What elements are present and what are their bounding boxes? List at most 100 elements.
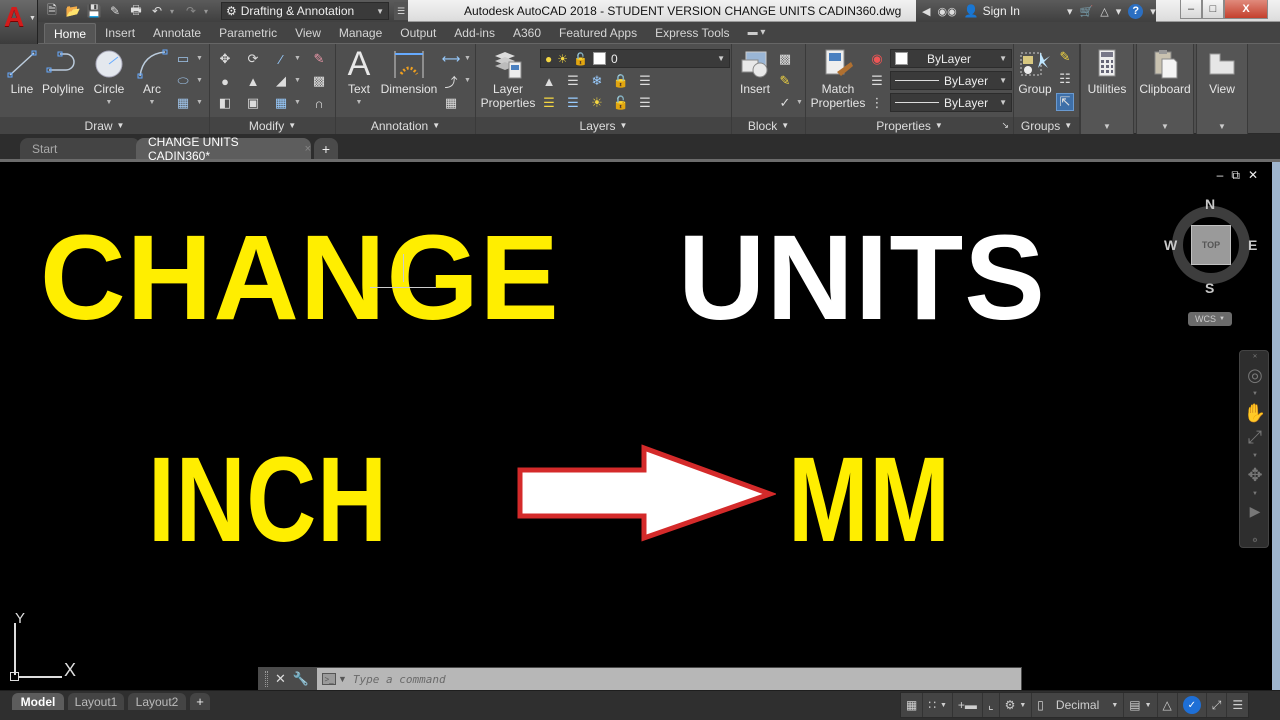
help-dropdown-icon[interactable]: ▾ xyxy=(1150,5,1156,18)
layer-match-icon[interactable]: ☰ xyxy=(564,94,582,112)
tab-add-ins[interactable]: Add-ins xyxy=(445,23,504,43)
tab-start[interactable]: Start xyxy=(20,138,140,159)
circle-button[interactable]: Circle ▼ xyxy=(90,48,128,110)
viewport-restore-icon[interactable]: ⧉ xyxy=(1231,168,1240,183)
edit-block-icon[interactable]: ✎ xyxy=(776,72,794,90)
command-line-close-icon[interactable]: ✕ xyxy=(275,671,286,687)
sign-in-button[interactable]: 👤 Sign In xyxy=(964,4,1020,18)
text-button[interactable]: A Text ▼ xyxy=(342,47,376,110)
redo-dropdown-icon[interactable]: ▾ xyxy=(204,7,212,16)
close-button[interactable]: X xyxy=(1224,0,1268,19)
a360-icon[interactable]: △ xyxy=(1100,5,1108,18)
dimension-button[interactable]: Dimension xyxy=(380,48,438,96)
save-icon[interactable]: 💾 xyxy=(86,3,102,19)
compass-east[interactable]: E xyxy=(1248,237,1257,253)
utilities-button[interactable]: Utilities xyxy=(1081,48,1133,96)
layer-dropdown[interactable]: ● ☀ 🔓 0 ▼ xyxy=(540,49,730,68)
compass-west[interactable]: W xyxy=(1164,237,1177,253)
chevron-down-icon[interactable]: ▼ xyxy=(1240,391,1270,397)
plot-icon[interactable]: 🖶 xyxy=(128,3,144,19)
sign-in-dropdown-icon[interactable]: ▾ xyxy=(1067,5,1073,18)
line-button[interactable]: Line xyxy=(6,48,38,96)
workspace-switcher[interactable]: ⚙ Drafting & Annotation ▼ xyxy=(221,2,389,20)
rotate-icon[interactable]: ⟳ xyxy=(244,50,262,68)
view-button[interactable]: View xyxy=(1197,48,1247,96)
expand-left-icon[interactable]: ◀ xyxy=(922,5,930,18)
layer-unlock-icon[interactable]: 🔓 xyxy=(612,94,630,112)
panel-utilities[interactable]: Utilities ▼ xyxy=(1080,44,1134,134)
ribbon-display-toggle-icon[interactable]: ▬ ▾ xyxy=(739,23,775,43)
explode-icon[interactable]: ▩ xyxy=(310,72,328,90)
make-current-icon[interactable]: ☰ xyxy=(636,72,654,90)
hatch-icon[interactable]: ▦ xyxy=(174,94,192,112)
orbit-icon[interactable]: ✥ xyxy=(1243,465,1267,486)
trim-icon[interactable]: ∕ xyxy=(272,50,290,68)
tab-output[interactable]: Output xyxy=(391,23,445,43)
edit-attributes-icon[interactable]: ✓ xyxy=(776,94,794,112)
stretch-icon[interactable]: ◧ xyxy=(216,94,234,112)
panel-view[interactable]: View ▼ xyxy=(1196,44,1248,134)
linear-dimension-icon[interactable]: ⟷ xyxy=(442,50,461,68)
isolate-objects-toggle[interactable]: △ xyxy=(1158,693,1178,717)
redo-icon[interactable]: ↷ xyxy=(183,3,199,19)
group-selection-toggle-icon[interactable]: ⇱ xyxy=(1056,93,1074,111)
drawing-canvas[interactable]: ‒ ⧉ ✕ CHANGE UNITS INCH MM TOP N S W E W… xyxy=(0,162,1272,690)
panel-title-layers[interactable]: Layers ▼ xyxy=(476,117,731,134)
panel-title-properties[interactable]: Properties ▼ ↘ xyxy=(806,117,1013,134)
layer-lock-icon[interactable]: 🔒 xyxy=(612,72,630,90)
group-edit-icon[interactable]: ✎ xyxy=(1056,48,1074,66)
group-button[interactable]: Group xyxy=(1016,48,1054,96)
new-drawing-tab-button[interactable]: + xyxy=(314,138,338,159)
tab-layout2[interactable]: Layout2 xyxy=(128,693,186,710)
save-as-icon[interactable]: ✎ xyxy=(107,3,123,19)
workspace-settings[interactable]: ⚙ ▼ xyxy=(1000,693,1033,717)
compass-north[interactable]: N xyxy=(1205,196,1215,212)
panel-clipboard[interactable]: Clipboard ▼ xyxy=(1136,44,1194,134)
dynamic-input-toggle[interactable]: +▬ xyxy=(953,693,983,717)
tab-annotate[interactable]: Annotate xyxy=(144,23,210,43)
vertical-scrollbar[interactable] xyxy=(1272,162,1280,690)
insert-button[interactable]: Insert xyxy=(736,48,774,96)
panel-title-draw[interactable]: Draw ▼ xyxy=(0,117,209,134)
chevron-down-icon[interactable]: ▼ xyxy=(1240,453,1270,459)
command-line-grip[interactable]: ✕ 🔧 xyxy=(259,668,317,690)
application-menu-button[interactable]: A ▼ xyxy=(0,0,38,44)
lineweight-dropdown[interactable]: ByLayer ▼ xyxy=(890,93,1012,112)
tab-a360[interactable]: A360 xyxy=(504,23,550,43)
navbar-options-icon[interactable]: ⚙ xyxy=(1240,537,1270,544)
close-tab-icon[interactable]: × xyxy=(305,143,311,155)
hatch-ellipse-icon[interactable]: ⬭ xyxy=(174,72,192,90)
tab-current-drawing[interactable]: CHANGE UNITS CADIN360* × xyxy=(136,135,311,163)
units-dropdown[interactable]: ▯ Decimal ▼ xyxy=(1032,693,1125,717)
copy-icon[interactable]: ● xyxy=(216,72,234,90)
clipboard-button[interactable]: Clipboard xyxy=(1137,48,1193,96)
pan-hand-icon[interactable]: ✋ xyxy=(1243,403,1267,424)
polyline-button[interactable]: Polyline xyxy=(40,48,86,96)
tab-home[interactable]: Home xyxy=(44,23,97,43)
quick-properties-toggle[interactable]: ▤ ▼ xyxy=(1124,693,1158,717)
color-dropdown[interactable]: ByLayer ▼ xyxy=(890,49,1012,68)
cart-icon[interactable]: 🛒 xyxy=(1080,5,1094,18)
ungroup-icon[interactable]: ☷ xyxy=(1056,70,1074,88)
viewport-close-icon[interactable]: ✕ xyxy=(1248,168,1258,183)
mirror-icon[interactable]: ▲ xyxy=(244,72,262,90)
navbar-close-icon[interactable]: ✕ xyxy=(1240,353,1270,360)
viewcube-top-face[interactable]: TOP xyxy=(1191,225,1231,265)
zoom-extents-icon[interactable]: ⤢ xyxy=(1243,427,1267,448)
match-properties-button[interactable]: Match Properties xyxy=(810,48,866,110)
maximize-button[interactable]: □ xyxy=(1202,0,1224,19)
compass-south[interactable]: S xyxy=(1205,280,1214,296)
panel-title-groups[interactable]: Groups ▼ xyxy=(1014,117,1079,134)
ortho-toggle[interactable]: ⌞ xyxy=(983,693,1000,717)
a360-dropdown-icon[interactable]: ▾ xyxy=(1116,5,1122,18)
drag-handle-icon[interactable] xyxy=(265,671,268,687)
layer-off-icon[interactable]: ▲ xyxy=(540,72,558,90)
new-icon[interactable]: 🗎 xyxy=(44,3,60,19)
hardware-acceleration-toggle[interactable]: ✓ xyxy=(1178,693,1207,717)
create-block-icon[interactable]: ▩ xyxy=(776,50,794,68)
panel-title-annotation[interactable]: Annotation ▼ xyxy=(336,117,475,134)
showmotion-icon[interactable]: ▶ xyxy=(1243,503,1267,520)
tab-layout1[interactable]: Layout1 xyxy=(68,693,124,710)
steering-wheel-icon[interactable]: ◎ xyxy=(1243,365,1267,386)
panel-title-modify[interactable]: Modify ▼ xyxy=(210,117,335,134)
